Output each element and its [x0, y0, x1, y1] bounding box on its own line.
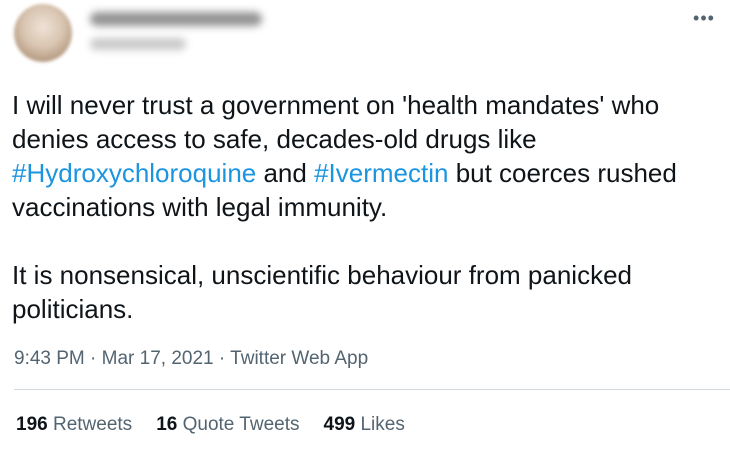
tweet-text-segment: and — [256, 158, 315, 188]
tweet-stats: 196 Retweets 16 Quote Tweets 499 Likes — [16, 414, 429, 436]
retweets-stat[interactable]: 196 Retweets — [16, 414, 132, 436]
divider — [14, 389, 730, 390]
tweet-card: ••• I will never trust a government on '… — [0, 0, 730, 450]
likes-count: 499 — [323, 414, 356, 435]
retweets-label: Retweets — [52, 414, 133, 435]
hashtag-hydroxychloroquine[interactable]: #Hydroxychloroquine — [12, 158, 256, 188]
avatar[interactable] — [14, 4, 72, 62]
tweet-time[interactable]: 9:43 PM — [14, 348, 85, 369]
hashtag-ivermectin[interactable]: #Ivermectin — [314, 158, 448, 188]
tweet-source[interactable]: Twitter Web App — [230, 348, 368, 369]
tweet-text-segment: I will never trust a government on 'heal… — [12, 90, 667, 154]
quote-tweets-label: Quote Tweets — [182, 414, 300, 435]
meta-separator: · — [84, 348, 102, 369]
retweets-count: 196 — [16, 414, 48, 435]
tweet-text: I will never trust a government on 'heal… — [12, 88, 718, 326]
author-display-name[interactable] — [90, 12, 262, 26]
tweet-meta: 9:43 PM · Mar 17, 2021 · Twitter Web App — [14, 348, 368, 370]
tweet-date[interactable]: Mar 17, 2021 — [102, 348, 214, 369]
author-handle[interactable] — [90, 38, 186, 50]
meta-separator: · — [213, 348, 231, 369]
likes-label: Likes — [360, 414, 405, 435]
quote-tweets-stat[interactable]: 16 Quote Tweets — [156, 414, 299, 436]
quote-tweets-count: 16 — [156, 414, 178, 435]
more-options-icon[interactable]: ••• — [692, 6, 716, 30]
tweet-text-paragraph-2: It is nonsensical, unscientific behaviou… — [12, 260, 640, 324]
likes-stat[interactable]: 499 Likes — [324, 414, 405, 436]
